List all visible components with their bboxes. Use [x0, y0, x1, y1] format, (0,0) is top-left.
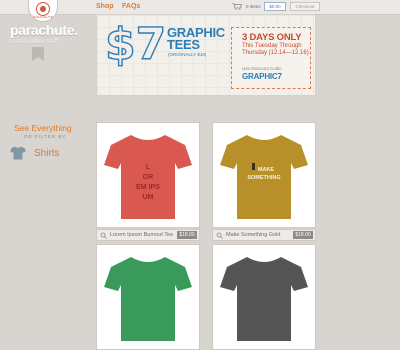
brand-name[interactable]: parachute.: [10, 22, 78, 38]
svg-text:EM IPS: EM IPS: [136, 184, 160, 191]
product-price: $18.00: [293, 231, 313, 239]
nav-shop-link[interactable]: Shop: [96, 3, 114, 10]
product-caption[interactable]: Lorem Ipsum Burnout Tee $18.00: [96, 229, 200, 241]
product-card[interactable]: [212, 244, 316, 350]
cart-icon[interactable]: [232, 3, 242, 10]
promo-code: GRAPHIC7: [242, 72, 282, 81]
promo-price: $7: [104, 19, 167, 70]
logo-badge-text: PARACHUTE: [32, 15, 54, 19]
product-card[interactable]: [96, 244, 200, 350]
checkout-button[interactable]: Checkout: [290, 2, 320, 11]
promo-days: 3 DAYS ONLY: [242, 32, 302, 43]
svg-text:L: L: [146, 164, 151, 171]
product-name[interactable]: Make Something Gold: [226, 232, 290, 238]
cart-total: $0.00: [264, 2, 286, 11]
product-name[interactable]: Lorem Ipsum Burnout Tee: [110, 232, 174, 238]
ribbon-icon: [32, 47, 44, 61]
promo-original-price: (ORIGINALLY $18): [168, 52, 207, 57]
promo-details-box: 3 DAYS ONLY This Tuesday Through Thursda…: [231, 27, 311, 89]
cart-items-count: 0 items: [246, 4, 261, 9]
product-card[interactable]: L OR EM IPS UM: [96, 122, 200, 228]
parachute-logo[interactable]: PARACHUTE: [28, 0, 58, 22]
promo-dates: This Tuesday Through Thursday (12.14—12.…: [242, 43, 309, 56]
shirt-icon[interactable]: [10, 146, 26, 160]
filter-label: OR FILTER BY: [24, 134, 67, 139]
product-price: $18.00: [177, 231, 197, 239]
svg-text:UM: UM: [143, 194, 154, 201]
filter-shirts-link[interactable]: Shirts: [34, 148, 60, 159]
promo-banner[interactable]: $7 GRAPHIC TEES (ORIGINALLY $18) 3 DAYS …: [96, 14, 316, 96]
promo-code-label: Use Discount Code:: [242, 66, 283, 71]
logo-ring-icon: [36, 2, 50, 16]
see-everything-link[interactable]: See Everything: [14, 123, 72, 133]
nav-faqs-link[interactable]: FAQs: [122, 3, 140, 10]
gold-tee-image: MAKE SOMETHING: [220, 135, 308, 219]
top-nav: [0, 0, 400, 15]
product-caption[interactable]: Make Something Gold $18.00: [212, 229, 316, 241]
svg-text:MAKE: MAKE: [258, 167, 275, 173]
product-card[interactable]: MAKE SOMETHING: [212, 122, 316, 228]
svg-text:OR: OR: [143, 174, 154, 181]
svg-text:SOMETHING: SOMETHING: [247, 175, 280, 181]
gray-tee-image: [220, 257, 308, 341]
promo-title: GRAPHIC TEES: [167, 25, 225, 52]
brand-tagline: ts and other stuff: [10, 39, 59, 45]
zoom-icon[interactable]: [100, 232, 107, 239]
zoom-icon[interactable]: [216, 232, 223, 239]
red-tee-image: L OR EM IPS UM: [104, 135, 192, 219]
green-tee-image: [104, 257, 192, 341]
